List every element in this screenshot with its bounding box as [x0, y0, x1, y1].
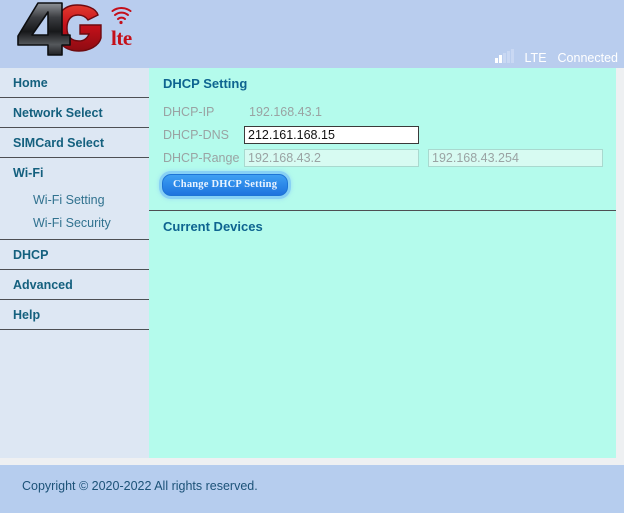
- dhcp-submit-row: Change DHCP Setting: [149, 169, 616, 196]
- sidebar-item-wifi-security[interactable]: Wi-Fi Security: [0, 212, 149, 235]
- dhcp-range-end-input[interactable]: [428, 148, 603, 167]
- sidebar-item-home[interactable]: Home: [0, 68, 149, 98]
- sidebar-item-label: Wi-Fi Setting: [33, 193, 105, 207]
- sidebar-subgroup-wifi: Wi-Fi Setting Wi-Fi Security: [0, 188, 149, 240]
- dhcp-range-row: DHCP-Range: [149, 146, 616, 169]
- connection-status-label: Connected: [557, 51, 618, 65]
- sidebar-item-label: Wi-Fi: [13, 166, 44, 180]
- svg-text:lte: lte: [111, 26, 132, 50]
- sidebar-item-simcard-select[interactable]: SIMCard Select: [0, 128, 149, 158]
- sidebar-nav: Home Network Select SIMCard Select Wi-Fi…: [0, 68, 149, 458]
- sidebar-item-label: Advanced: [13, 278, 73, 292]
- change-dhcp-setting-button[interactable]: Change DHCP Setting: [162, 174, 289, 196]
- page-header: lte LTE Connected: [0, 0, 624, 68]
- dhcp-setting-title: DHCP Setting: [163, 76, 248, 91]
- main-content: DHCP Setting DHCP-IP 192.168.43.1 DHCP-D…: [149, 68, 620, 458]
- sidebar-item-label: Home: [13, 76, 48, 90]
- dhcp-setting-form: DHCP-IP 192.168.43.1 DHCP-DNS DHCP-Range…: [149, 91, 616, 196]
- sidebar-item-help[interactable]: Help: [0, 300, 149, 330]
- dhcp-dns-row: DHCP-DNS: [149, 123, 616, 146]
- sidebar-item-wifi[interactable]: Wi-Fi: [0, 158, 149, 188]
- dhcp-ip-row: DHCP-IP 192.168.43.1: [149, 100, 616, 123]
- sidebar-item-label: SIMCard Select: [13, 136, 105, 150]
- dhcp-ip-label: DHCP-IP: [163, 104, 215, 119]
- sidebar-item-wifi-setting[interactable]: Wi-Fi Setting: [0, 189, 149, 212]
- dhcp-range-label: DHCP-Range: [163, 150, 240, 165]
- sidebar-item-dhcp[interactable]: DHCP: [0, 240, 149, 270]
- sidebar-item-label: Wi-Fi Security: [33, 216, 111, 230]
- header-status-area: LTE Connected: [494, 44, 618, 66]
- brand-logo-4g-lte: lte: [8, 1, 158, 61]
- dhcp-dns-label: DHCP-DNS: [163, 127, 229, 142]
- sidebar-item-label: DHCP: [13, 248, 49, 262]
- signal-bars-icon: [494, 49, 514, 63]
- sidebar-item-advanced[interactable]: Advanced: [0, 270, 149, 300]
- sidebar-item-label: Help: [13, 308, 41, 322]
- copyright-text: Copyright © 2020-2022 All rights reserve…: [22, 479, 258, 493]
- dhcp-ip-value: 192.168.43.1: [249, 104, 322, 119]
- dhcp-range-start-input[interactable]: [244, 148, 419, 167]
- current-devices-title: Current Devices: [163, 219, 263, 234]
- router-admin-page: lte LTE Connected Home Network Select SI…: [0, 0, 624, 513]
- sidebar-item-network-select[interactable]: Network Select: [0, 98, 149, 128]
- page-footer: Copyright © 2020-2022 All rights reserve…: [0, 465, 624, 513]
- sidebar-item-label: Network Select: [13, 106, 103, 120]
- dhcp-dns-input[interactable]: [244, 125, 419, 144]
- network-type-label: LTE: [524, 51, 547, 65]
